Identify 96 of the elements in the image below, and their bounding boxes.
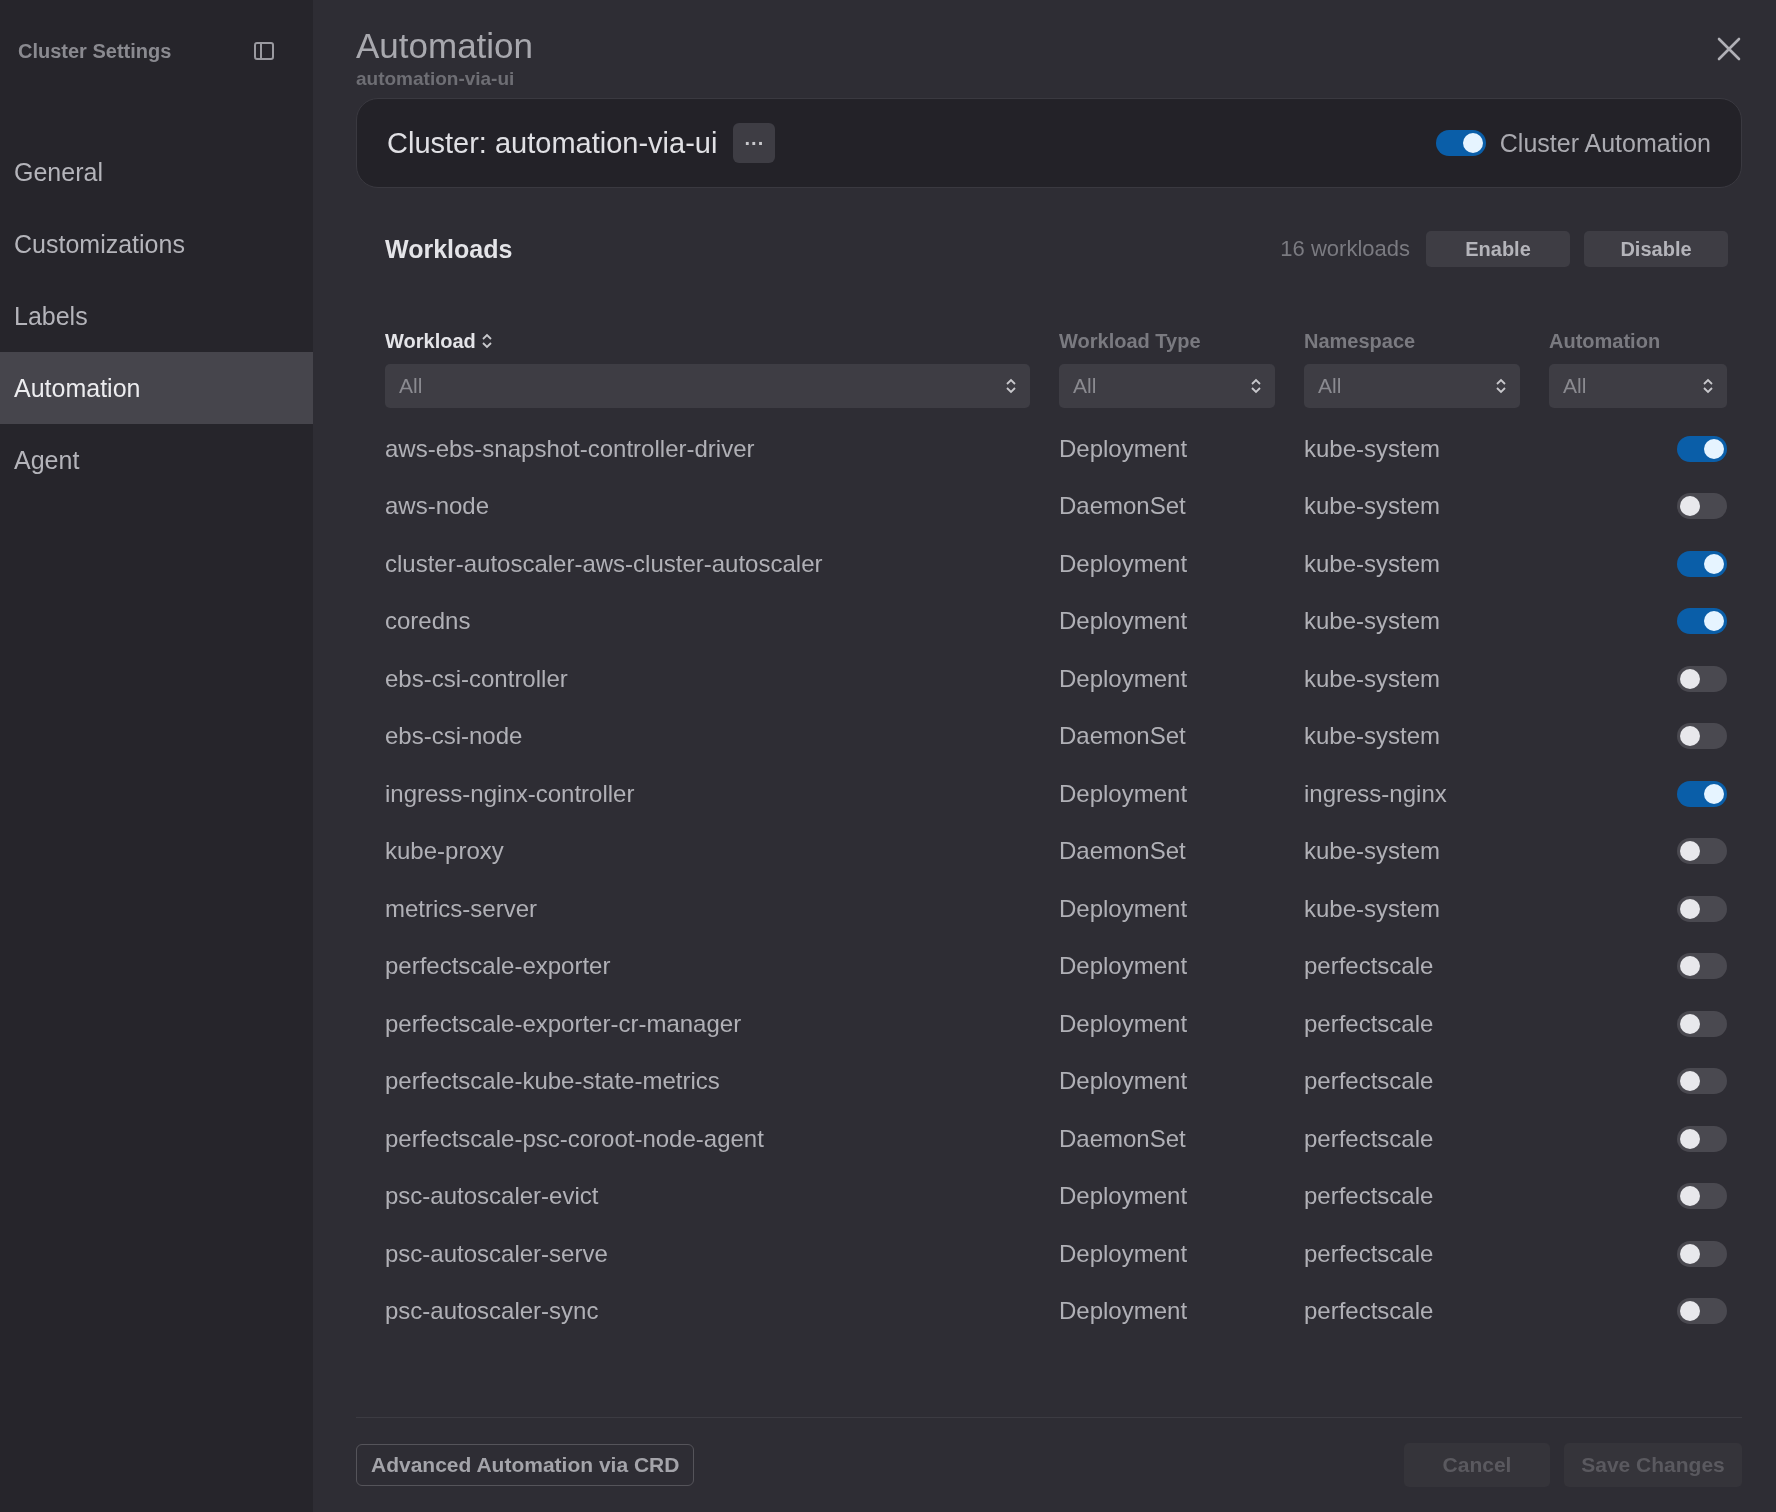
toggle-label: Cluster Automation <box>1499 128 1711 158</box>
namespace: perfectscale <box>1304 1297 1434 1326</box>
automation-toggle[interactable] <box>1677 1240 1727 1267</box>
workload-name: psc-autoscaler-sync <box>385 1297 599 1326</box>
chevron-icon <box>1006 377 1016 395</box>
sidebar-item[interactable]: Customizations <box>0 208 313 280</box>
workload-type: Deployment <box>1059 434 1188 463</box>
filter-select[interactable]: All <box>1059 364 1275 408</box>
automation-toggle[interactable] <box>1677 1125 1727 1152</box>
workload-name: ingress-nginx-controller <box>385 779 635 808</box>
namespace: kube-system <box>1304 894 1441 923</box>
automation-toggle[interactable] <box>1677 550 1727 577</box>
namespace: kube-system <box>1304 722 1441 751</box>
workload-name: perfectscale-exporter <box>385 952 611 981</box>
filter-select[interactable]: All <box>385 364 1030 408</box>
sidebar-item[interactable]: General <box>0 136 313 208</box>
chevron-icon <box>1496 377 1506 395</box>
automation-toggle[interactable] <box>1677 780 1727 807</box>
sidebar-item[interactable]: Automation <box>0 352 313 424</box>
column-header: Workload Type <box>1059 329 1201 353</box>
namespace: perfectscale <box>1304 1182 1434 1211</box>
workload-type: Deployment <box>1059 1067 1188 1096</box>
workload-type: Deployment <box>1059 952 1188 981</box>
automation-toggle[interactable] <box>1677 1068 1727 1095</box>
namespace: kube-system <box>1304 607 1441 636</box>
automation-toggle[interactable] <box>1677 953 1727 980</box>
cluster-automation-toggle[interactable] <box>1435 130 1486 156</box>
workload-count: 16 workloads <box>1280 236 1410 262</box>
sidebar-item[interactable]: Agent <box>0 424 313 496</box>
workload-type: Deployment <box>1059 549 1188 578</box>
workload-name: perfectscale-kube-state-metrics <box>385 1067 720 1096</box>
namespace: perfectscale <box>1304 1239 1434 1268</box>
workload-type: Deployment <box>1059 1182 1188 1211</box>
column-header: Automation <box>1549 329 1661 353</box>
namespace: kube-system <box>1304 837 1441 866</box>
workload-type: DaemonSet <box>1059 722 1186 751</box>
sidebar-toggle-icon[interactable] <box>253 40 275 62</box>
workload-type: DaemonSet <box>1059 492 1186 521</box>
namespace: perfectscale <box>1304 1124 1434 1153</box>
workload-type: DaemonSet <box>1059 1124 1186 1153</box>
action-button[interactable]: Enable <box>1426 231 1570 267</box>
page-subtitle: automation-via-ui <box>356 68 516 90</box>
workload-type: Deployment <box>1059 1009 1188 1038</box>
chevron-icon <box>1251 377 1261 395</box>
workload-name: aws-node <box>385 492 490 521</box>
workload-type: Deployment <box>1059 894 1188 923</box>
workload-name: ebs-csi-node <box>385 722 523 751</box>
workload-name: psc-autoscaler-evict <box>385 1182 599 1211</box>
sort-icon[interactable] <box>481 333 492 349</box>
workload-type: Deployment <box>1059 779 1188 808</box>
automation-toggle[interactable] <box>1677 723 1727 750</box>
section-title: Workloads <box>385 234 513 264</box>
automation-toggle[interactable] <box>1677 1183 1727 1210</box>
workload-name: aws-ebs-snapshot-controller-driver <box>385 434 755 463</box>
automation-toggle[interactable] <box>1677 608 1727 635</box>
namespace: perfectscale <box>1304 1009 1434 1038</box>
workload-type: DaemonSet <box>1059 837 1186 866</box>
namespace: ingress-nginx <box>1304 779 1447 808</box>
sidebar-title: Cluster Settings <box>18 39 172 63</box>
namespace: perfectscale <box>1304 952 1434 981</box>
automation-toggle[interactable] <box>1677 493 1727 520</box>
filter-select[interactable]: All <box>1304 364 1520 408</box>
filter-select[interactable]: All <box>1549 364 1727 408</box>
workload-name: perfectscale-psc-coroot-node-agent <box>385 1124 764 1153</box>
namespace: kube-system <box>1304 664 1441 693</box>
workload-type: Deployment <box>1059 607 1188 636</box>
namespace: kube-system <box>1304 434 1441 463</box>
chevron-icon <box>1703 377 1713 395</box>
workload-name: coredns <box>385 607 471 636</box>
namespace: kube-system <box>1304 549 1441 578</box>
automation-toggle[interactable] <box>1677 838 1727 865</box>
column-header: Namespace <box>1304 329 1416 353</box>
namespace: kube-system <box>1304 492 1441 521</box>
advanced-automation-button[interactable]: Advanced Automation via CRD <box>356 1444 695 1486</box>
automation-toggle[interactable] <box>1677 665 1727 692</box>
close-icon[interactable] <box>1716 36 1742 62</box>
sidebar-item[interactable]: Labels <box>0 280 313 352</box>
automation-toggle[interactable] <box>1677 895 1727 922</box>
workload-name: cluster-autoscaler-aws-cluster-autoscaler <box>385 549 823 578</box>
column-header[interactable]: Workload <box>385 329 476 353</box>
page-title: Automation <box>356 26 534 66</box>
workload-name: metrics-server <box>385 894 537 923</box>
workload-type: Deployment <box>1059 1239 1188 1268</box>
cluster-title: Cluster: automation-via-ui <box>387 126 718 160</box>
automation-toggle[interactable] <box>1677 1298 1727 1325</box>
namespace: perfectscale <box>1304 1067 1434 1096</box>
automation-toggle[interactable] <box>1677 1010 1727 1037</box>
more-button[interactable]: ··· <box>733 123 776 163</box>
workload-name: ebs-csi-controller <box>385 664 568 693</box>
automation-toggle[interactable] <box>1677 435 1727 462</box>
action-button[interactable]: Disable <box>1584 231 1728 267</box>
workload-type: Deployment <box>1059 1297 1188 1326</box>
workload-type: Deployment <box>1059 664 1188 693</box>
workload-name: psc-autoscaler-serve <box>385 1239 608 1268</box>
workload-name: kube-proxy <box>385 837 504 866</box>
workload-name: perfectscale-exporter-cr-manager <box>385 1009 742 1038</box>
